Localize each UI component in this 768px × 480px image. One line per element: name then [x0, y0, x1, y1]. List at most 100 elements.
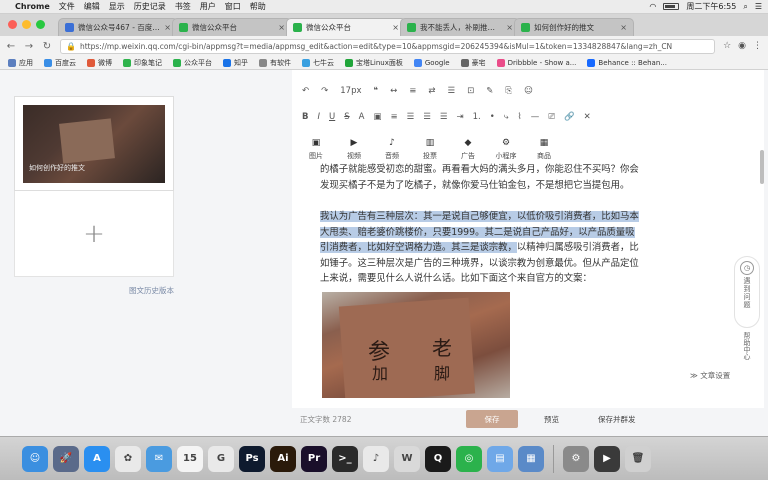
- wifi-icon[interactable]: ◠: [649, 2, 656, 11]
- insert-miniprogram-button[interactable]: ⚙ 小程序: [492, 138, 520, 161]
- preview-button[interactable]: 预览: [544, 414, 559, 425]
- notification-icon[interactable]: ☰: [755, 2, 762, 11]
- align-right-icon[interactable]: ☰: [423, 112, 431, 122]
- ordered-list-icon[interactable]: 1.: [473, 112, 481, 122]
- preview-icon[interactable]: ▦: [518, 445, 544, 472]
- help-center-link[interactable]: 帮助中心: [742, 332, 752, 360]
- bookmark-item[interactable]: Dribbble - Show a...: [496, 58, 576, 67]
- browser-tab[interactable]: 微信公众平台 ×: [172, 18, 292, 36]
- align-left-icon[interactable]: ≡: [391, 112, 398, 122]
- bookmark-apps[interactable]: 应用: [8, 58, 33, 68]
- strikethrough-icon[interactable]: S: [344, 112, 349, 122]
- insert-vote-button[interactable]: ▥ 投票: [416, 138, 444, 161]
- bold-icon[interactable]: B: [302, 112, 308, 122]
- menu-help[interactable]: 帮助: [250, 1, 266, 12]
- article-card[interactable]: 如何创作好的推文: [14, 96, 174, 191]
- bullet-list-icon[interactable]: •: [490, 112, 495, 122]
- emoji-icon[interactable]: ☺: [524, 86, 533, 96]
- menu-file[interactable]: 文件: [59, 1, 75, 12]
- paragraph-2[interactable]: 我认为广告有三种层次：其一是说自己够便宜，以低价吸引消费者，比如马本大甩卖、赔老…: [320, 209, 640, 287]
- format-painter-icon[interactable]: ✎: [486, 86, 493, 96]
- menu-edit[interactable]: 编辑: [84, 1, 100, 12]
- close-tab-icon[interactable]: ×: [278, 23, 285, 32]
- browser-tab[interactable]: 我不能丢人，补刷推荐的书单 ×: [400, 18, 520, 36]
- photoshop-icon[interactable]: Ps: [239, 445, 265, 472]
- article-body[interactable]: 的橘子就能感受初恋的甜蜜。再看看大妈的满头多月，你能忍住不买吗？你会发现买橘子不…: [320, 162, 640, 303]
- bookmark-item[interactable]: 百度云: [44, 58, 76, 68]
- search-icon[interactable]: ⌕: [743, 2, 747, 12]
- redo-icon[interactable]: ↷: [321, 86, 328, 96]
- highlight-icon[interactable]: ▣: [373, 112, 381, 122]
- premiere-icon[interactable]: Pr: [301, 445, 327, 472]
- quicktime-icon[interactable]: ▶: [594, 445, 620, 472]
- quote-icon[interactable]: ❝: [374, 86, 379, 96]
- font-size-select[interactable]: 17px: [340, 86, 361, 96]
- undo-icon[interactable]: ↶: [302, 86, 309, 96]
- insert-audio-button[interactable]: ♪ 音频: [378, 138, 406, 161]
- article-inline-image[interactable]: 参 老 加 脚: [322, 292, 510, 398]
- save-button[interactable]: 保存: [466, 410, 518, 428]
- arrow-icon[interactable]: ⤷: [504, 112, 509, 122]
- table-icon[interactable]: ⎚: [548, 112, 555, 122]
- reload-icon[interactable]: ↻: [42, 41, 52, 52]
- align-center-icon[interactable]: ☰: [407, 112, 415, 122]
- address-bar[interactable]: 🔒 https://mp.weixin.qq.com/cgi-bin/appms…: [60, 38, 716, 54]
- wechat-icon[interactable]: ◎: [456, 445, 482, 472]
- remove-link-icon[interactable]: ✕: [584, 112, 591, 122]
- justify-icon[interactable]: ☰: [440, 112, 448, 122]
- wps-icon[interactable]: W: [394, 445, 420, 472]
- bookmark-item[interactable]: 七牛云: [302, 58, 334, 68]
- font-color-icon[interactable]: A: [359, 112, 365, 122]
- browser-tab-active[interactable]: 微信公众平台 ×: [286, 18, 406, 36]
- indent-more-icon[interactable]: ⇥: [457, 112, 464, 122]
- calendar-icon[interactable]: 15: [177, 445, 203, 472]
- terminal-icon[interactable]: >_: [332, 445, 358, 472]
- minimize-window-button[interactable]: [22, 20, 31, 29]
- article-settings-link[interactable]: ≫ 文章设置: [690, 370, 730, 381]
- mail-icon[interactable]: ✉: [146, 445, 172, 472]
- trash-icon[interactable]: 🗑: [625, 445, 651, 472]
- underline-icon[interactable]: U: [329, 112, 335, 122]
- menubar-clock[interactable]: 周二下午6:55: [686, 1, 736, 12]
- bookmark-item[interactable]: Google: [413, 58, 450, 67]
- insert-image-button[interactable]: ▣ 图片: [302, 138, 330, 161]
- page-scrollbar[interactable]: [760, 150, 764, 184]
- line-height-icon[interactable]: ≡: [409, 86, 416, 96]
- indent-icon[interactable]: ⇄: [428, 86, 435, 96]
- menu-view[interactable]: 显示: [109, 1, 125, 12]
- history-version-link[interactable]: 图文历史版本: [14, 285, 174, 296]
- star-icon[interactable]: ☆: [723, 41, 731, 51]
- clear-format-icon[interactable]: ⊡: [467, 86, 474, 96]
- close-tab-icon[interactable]: ×: [392, 23, 399, 32]
- close-tab-icon[interactable]: ×: [164, 23, 171, 32]
- back-icon[interactable]: ←: [6, 41, 16, 52]
- divider-style-icon[interactable]: ⌇: [518, 112, 522, 122]
- link-icon[interactable]: 🔗: [564, 112, 575, 122]
- insert-ad-button[interactable]: ◆ 广告: [454, 138, 482, 161]
- bookmark-item[interactable]: 宝塔Linux面板: [345, 58, 403, 68]
- letter-spacing-icon[interactable]: ↔: [390, 86, 397, 96]
- bookmark-item[interactable]: 有软件: [259, 58, 291, 68]
- zoom-window-button[interactable]: [36, 20, 45, 29]
- insert-video-button[interactable]: ▶ 视频: [340, 138, 368, 161]
- launchpad-icon[interactable]: 🚀: [53, 445, 79, 472]
- browser-tab[interactable]: 微信公众号467 - 百度翻译 ×: [58, 18, 178, 36]
- help-widget[interactable]: ◷ 遇到问题: [734, 256, 760, 328]
- save-and-send-button[interactable]: 保存并群发: [598, 414, 636, 425]
- menu-bookmarks[interactable]: 书签: [175, 1, 191, 12]
- bookmark-item[interactable]: Behance :: Behan...: [587, 58, 667, 67]
- browser-tab[interactable]: 如何创作好的推文 ×: [514, 18, 634, 36]
- bookmark-item[interactable]: 知乎: [223, 58, 248, 68]
- menu-user[interactable]: 用户: [200, 1, 216, 12]
- insert-product-button[interactable]: ▦ 商品: [530, 138, 558, 161]
- close-tab-icon[interactable]: ×: [506, 23, 513, 32]
- menu-window[interactable]: 窗口: [225, 1, 241, 12]
- bookmark-item[interactable]: 豪宅: [460, 58, 486, 68]
- hr-icon[interactable]: —: [531, 112, 540, 122]
- paragraph-1[interactable]: 的橘子就能感受初恋的甜蜜。再看看大妈的满头多月，你能忍住不买吗？你会发现买橘子不…: [320, 162, 640, 193]
- forward-icon[interactable]: →: [24, 41, 34, 52]
- system-prefs-icon[interactable]: ⚙: [563, 445, 589, 472]
- attachment-icon[interactable]: ⎘: [505, 86, 512, 96]
- paragraph-icon[interactable]: ☰: [447, 86, 455, 96]
- menu-history[interactable]: 历史记录: [134, 1, 166, 12]
